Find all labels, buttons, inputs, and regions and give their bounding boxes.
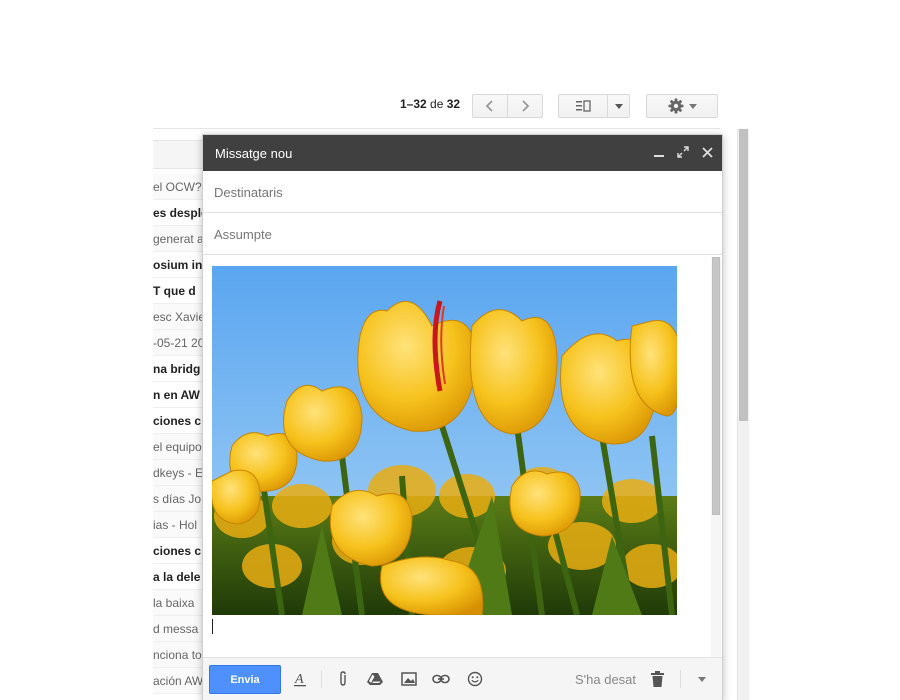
paperclip-icon [340,671,346,686]
newer-button[interactable] [472,94,508,118]
settings-button[interactable] [646,94,718,118]
pager-range: 1–32 [400,97,427,111]
expand-icon [677,146,689,158]
recipients-input[interactable] [212,181,706,203]
send-button[interactable]: Envia [209,665,281,694]
toolbar-separator [321,670,322,688]
drive-icon [367,673,383,685]
minimize-button[interactable] [650,144,668,162]
toolbar-separator [680,670,681,688]
fullscreen-button[interactable] [674,144,692,162]
close-icon [701,147,713,158]
insert-link-button[interactable] [432,670,450,688]
compose-title-bar[interactable]: Missatge nou [203,135,722,171]
subject-field [203,213,722,255]
subject-input[interactable] [212,223,706,245]
split-pane-button[interactable] [558,94,608,118]
attach-files-button[interactable] [334,670,352,688]
text-format-icon: A [294,672,306,687]
insert-drive-button[interactable] [366,670,384,688]
pager-of: de [430,97,444,111]
gear-icon [668,98,684,114]
svg-text:A: A [294,672,304,687]
more-options-button[interactable] [693,670,711,688]
page-scrollbar-thumb[interactable] [739,129,748,421]
formatting-options-button[interactable]: A [291,670,309,688]
photo-icon [401,672,417,686]
body-scrollbar[interactable] [711,257,721,657]
minimize-icon [654,155,664,157]
inline-image-tulips[interactable] [212,266,677,615]
discard-draft-button[interactable] [648,670,666,688]
compose-title: Missatge nou [215,146,293,161]
compose-bottom-bar: Envia A S'ha desat [203,657,722,700]
trash-icon [650,671,664,687]
message-body[interactable] [203,255,722,657]
toolbar-divider [153,128,720,129]
dropdown-arrow-icon [689,103,697,109]
pagination-label: 1–32 de 32 [400,97,460,111]
save-status: S'ha desat [575,672,637,687]
pager-total: 32 [446,97,461,111]
insert-emoji-button[interactable] [466,670,484,688]
chevron-left-icon [485,100,493,112]
split-pane-dropdown[interactable] [607,94,630,118]
tulips-image [212,266,677,615]
recipients-field [203,171,722,213]
older-button[interactable] [507,94,543,118]
insert-photo-button[interactable] [400,670,418,688]
smiley-icon [467,671,483,687]
dropdown-arrow-icon [698,676,706,682]
split-pane-icon [576,100,591,112]
page-scrollbar[interactable] [737,129,749,700]
chevron-right-icon [522,100,530,112]
close-button[interactable] [698,144,716,162]
compose-window: Missatge nou Destinataris Assumpte Envia… [202,134,723,700]
link-icon [432,674,450,684]
text-caret [212,619,213,634]
dropdown-arrow-icon [614,103,623,109]
body-scrollbar-thumb[interactable] [712,257,720,515]
